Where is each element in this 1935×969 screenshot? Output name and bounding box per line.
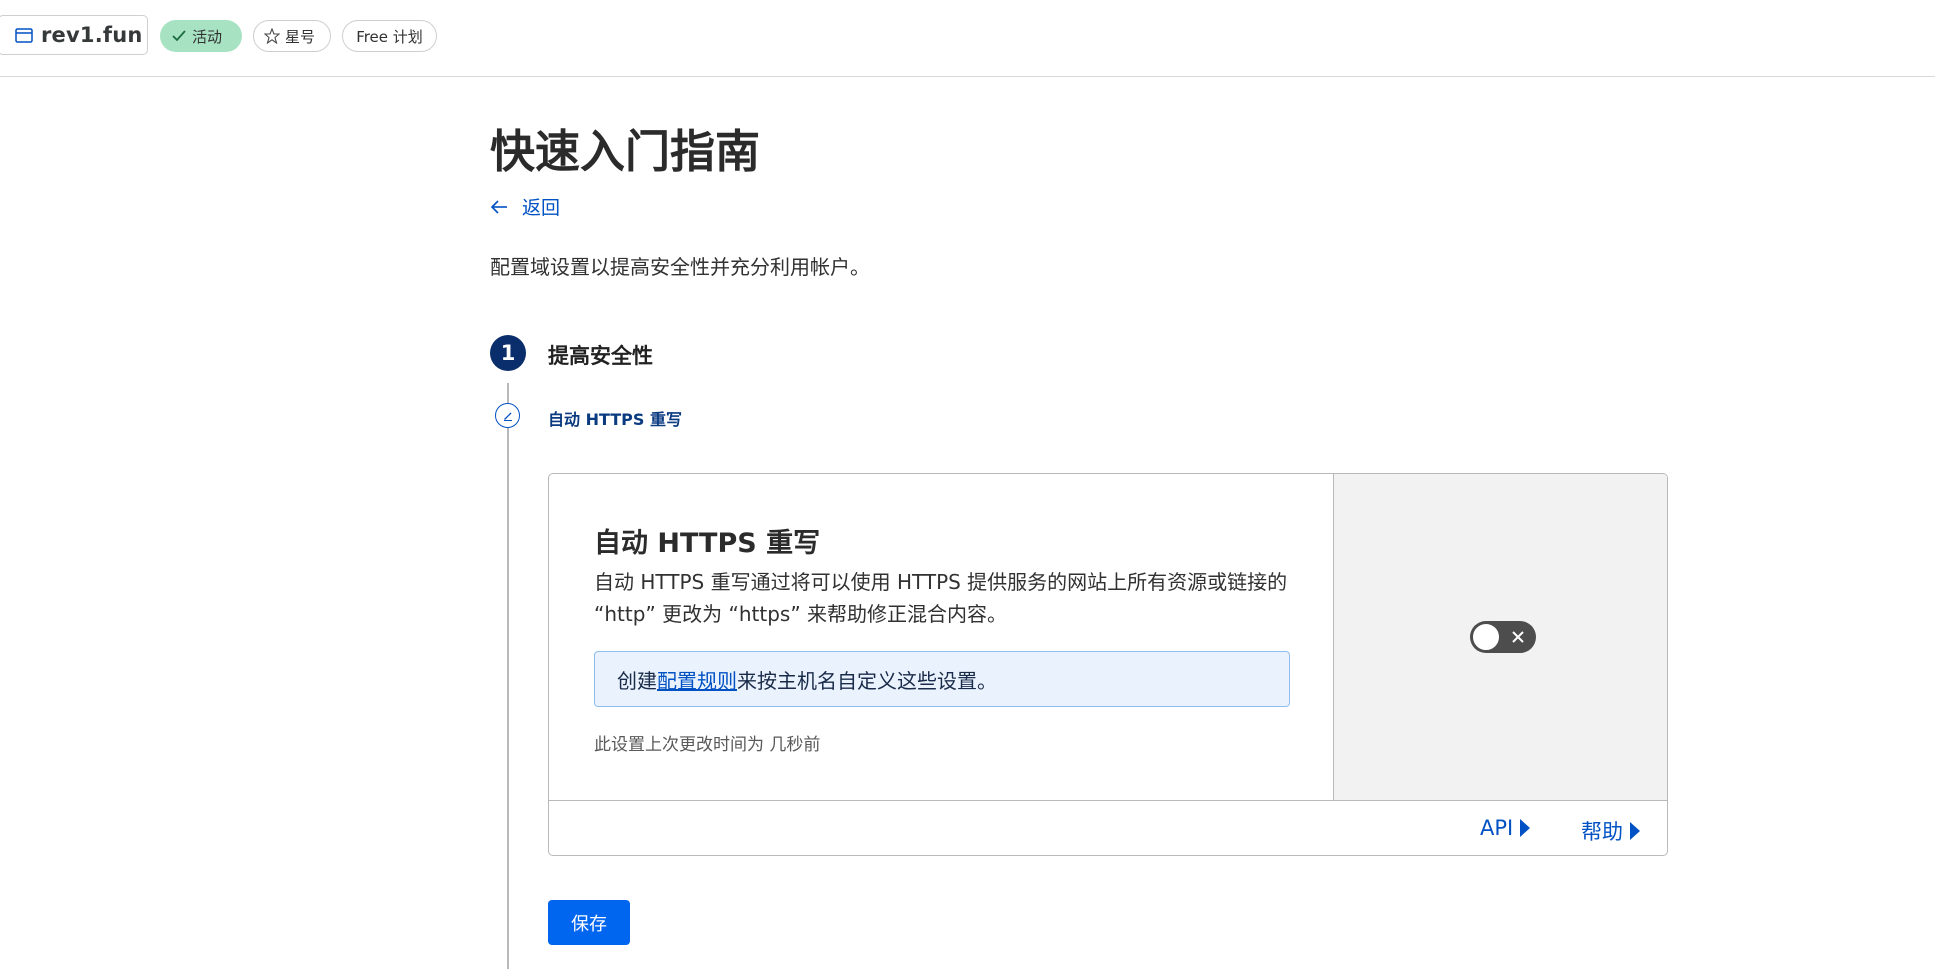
last-changed-text: 此设置上次更改时间为 几秒前: [594, 735, 821, 755]
arrow-left-icon: [490, 199, 507, 214]
status-label: 活动: [192, 27, 223, 46]
top-bar: rev1.fun 活动 星号 Free 计划: [0, 0, 1935, 77]
page-description: 配置域设置以提高安全性并充分利用帐户。: [490, 255, 870, 279]
setting-description: 自动 HTTPS 重写通过将可以使用 HTTPS 提供服务的网站上所有资源或链接…: [594, 570, 1288, 626]
star-button[interactable]: 星号: [253, 20, 331, 52]
substep-title[interactable]: 自动 HTTPS 重写: [548, 406, 682, 430]
setting-control-panel: [1333, 474, 1667, 800]
api-link[interactable]: API: [1480, 816, 1531, 840]
step-timeline-line: [507, 383, 509, 969]
star-label: 星号: [285, 27, 316, 46]
setting-card-body: 自动 HTTPS 重写 自动 HTTPS 重写通过将可以使用 HTTPS 提供服…: [549, 474, 1333, 800]
info-suffix: 来按主机名自定义这些设置。: [737, 668, 997, 693]
status-badge: 活动: [160, 20, 242, 52]
help-label: 帮助: [1581, 820, 1623, 844]
back-label: 返回: [522, 197, 561, 219]
setting-title: 自动 HTTPS 重写: [594, 528, 821, 559]
save-button[interactable]: 保存: [548, 900, 630, 945]
toggle-knob: [1472, 623, 1500, 651]
setting-card-footer: API 帮助: [549, 800, 1667, 855]
domain-name: rev1.fun: [41, 23, 143, 47]
help-link[interactable]: 帮助: [1581, 816, 1640, 846]
step-number-badge: 1: [490, 335, 526, 371]
api-label: API: [1480, 816, 1514, 840]
setting-card: 自动 HTTPS 重写 自动 HTTPS 重写通过将可以使用 HTTPS 提供服…: [548, 473, 1668, 856]
browser-window-icon: [15, 27, 33, 43]
configuration-rules-link[interactable]: 配置规则: [657, 665, 737, 694]
info-callout: 创建 配置规则 来按主机名自定义这些设置。: [594, 651, 1290, 707]
plan-label: Free 计划: [356, 27, 423, 46]
plan-badge[interactable]: Free 计划: [342, 20, 437, 52]
domain-selector[interactable]: rev1.fun: [0, 15, 148, 55]
caret-right-icon: [1630, 822, 1640, 840]
info-prefix: 创建: [617, 668, 657, 693]
pencil-icon: [503, 412, 512, 421]
back-link[interactable]: 返回: [490, 193, 560, 220]
page-title: 快速入门指南: [490, 125, 761, 178]
https-rewrite-toggle[interactable]: [1470, 621, 1536, 653]
star-icon: [264, 28, 280, 44]
substep-marker: [495, 403, 520, 428]
close-icon: [1512, 631, 1524, 643]
check-icon: [172, 30, 186, 42]
step-title: 提高安全性: [548, 344, 653, 368]
caret-right-icon: [1520, 819, 1531, 837]
